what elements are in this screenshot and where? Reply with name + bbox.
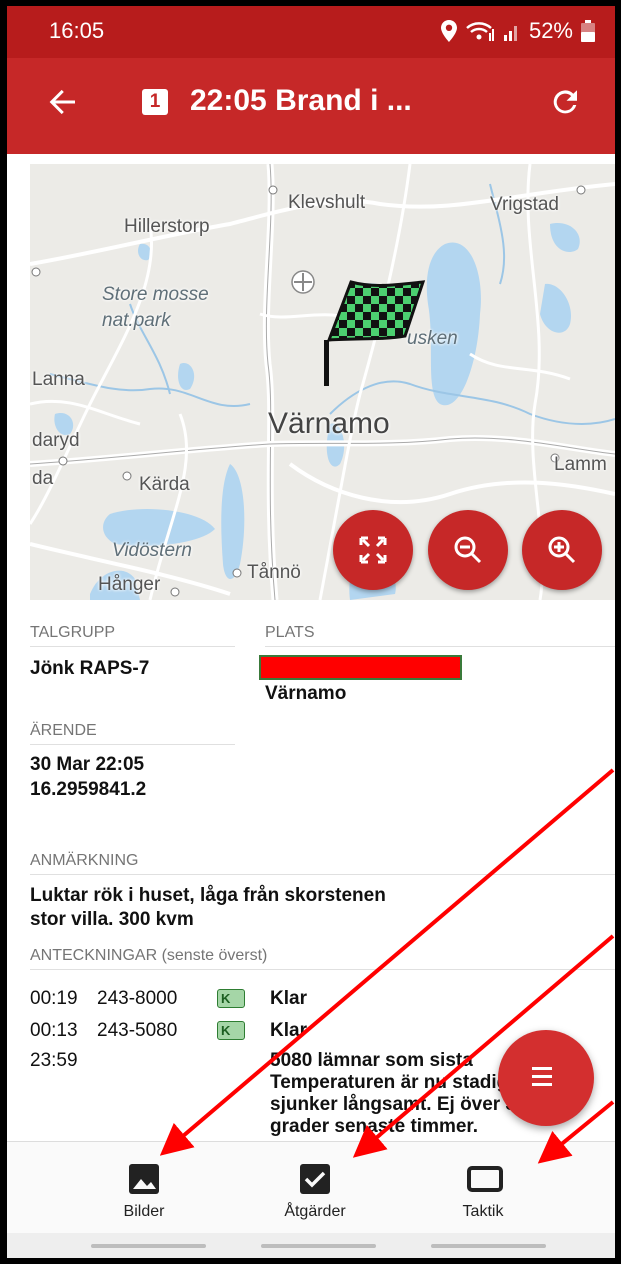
app-bar: 1 22:05 Brand i ... — [7, 58, 615, 154]
note-time: 23:59 — [30, 1050, 78, 1071]
arende-number: 16.2959841.2 — [30, 779, 147, 800]
nav-label: Åtgärder — [284, 1203, 346, 1220]
map-label-da: da — [32, 468, 54, 489]
map-label-klevshult: Klevshult — [288, 192, 366, 213]
nav-atgarder[interactable]: Åtgärder — [240, 1142, 390, 1234]
bottom-navigation: Bilder Åtgärder Taktik — [7, 1141, 615, 1234]
fullscreen-button[interactable] — [333, 510, 413, 590]
zoom-out-button[interactable] — [428, 510, 508, 590]
plats-city: Värnamo — [265, 683, 347, 704]
fullscreen-icon — [359, 536, 387, 564]
nav-bilder[interactable]: Bilder — [69, 1142, 219, 1234]
map-label-lamm: Lamm — [554, 454, 607, 475]
anmarkning-caption: ANMÄRKNING — [30, 852, 139, 869]
nav-label: Taktik — [462, 1203, 504, 1220]
note-time: 00:19 — [30, 988, 78, 1009]
map-label-varnamo: Värnamo — [268, 407, 390, 440]
note-unit: 243-5080 — [97, 1020, 178, 1041]
divider — [30, 969, 615, 970]
image-icon — [129, 1164, 159, 1194]
divider — [265, 646, 615, 647]
status-time: 16:05 — [49, 18, 105, 43]
battery-icon — [581, 20, 595, 42]
divider — [30, 874, 615, 875]
arende-caption: ÄRENDE — [30, 722, 97, 739]
incident-flag-icon[interactable] — [323, 280, 428, 386]
map-label-karda: Kärda — [139, 474, 190, 495]
wifi-icon — [466, 22, 494, 41]
note-text: Klar — [270, 988, 307, 1009]
map-label-store-mosse: Store mosse — [102, 284, 209, 305]
talgrupp-value: Jönk RAPS-7 — [30, 658, 150, 679]
system-gesture-bar — [7, 1233, 615, 1258]
incident-number-badge: 1 — [142, 89, 168, 115]
anmarkning-line-2: stor villa. 300 kvm — [30, 909, 194, 930]
map-label-vrigstad: Vrigstad — [490, 194, 559, 215]
menu-icon — [532, 1067, 552, 1086]
app-screen: 16:05 52% 1 22:05 Brand i ... Klevshult … — [7, 6, 615, 1258]
divider — [30, 646, 235, 647]
note-time: 00:13 — [30, 1020, 78, 1041]
k-tag-icon: K — [217, 1021, 245, 1040]
gesture-handle — [431, 1244, 546, 1248]
map-label-lanna: Lanna — [32, 369, 85, 390]
note-unit: 243-8000 — [97, 988, 178, 1009]
checkbox-icon — [300, 1164, 330, 1194]
plats-caption: PLATS — [265, 624, 315, 641]
page-title: 22:05 Brand i ... — [190, 84, 412, 117]
location-pin-icon — [440, 20, 457, 42]
note-text-line: sjunker långsamt. Ej över 31 — [270, 1094, 527, 1115]
talgrupp-caption: TALGRUPP — [30, 624, 116, 641]
anteckningar-caption: ANTECKNINGAR (senste överst) — [30, 947, 268, 964]
arende-date: 30 Mar 22:05 — [30, 754, 145, 775]
incident-map[interactable]: Klevshult Vrigstad Hillerstorp Store mos… — [30, 164, 615, 600]
status-bar: 16:05 52% — [7, 6, 615, 58]
nav-label: Bilder — [123, 1203, 165, 1220]
note-text: Klar — [270, 1020, 307, 1041]
zoom-in-button[interactable] — [522, 510, 602, 590]
map-label-nat-park: nat.park — [102, 310, 171, 331]
back-arrow-icon[interactable] — [47, 86, 79, 118]
nav-taktik[interactable]: Taktik — [408, 1142, 558, 1234]
status-icons: 52% — [440, 18, 595, 44]
battery-percent: 52% — [528, 18, 573, 43]
refresh-icon[interactable] — [549, 86, 581, 118]
anmarkning-line-1: Luktar rök i huset, låga från skorstenen — [30, 885, 386, 906]
note-row: 00:19 243-8000 K Klar — [30, 988, 615, 1012]
gesture-handle — [261, 1244, 376, 1248]
map-label-vidostern: Vidöstern — [112, 540, 192, 561]
rectangle-icon — [467, 1166, 503, 1192]
menu-fab-button[interactable] — [498, 1030, 594, 1126]
k-tag-icon: K — [217, 989, 245, 1008]
note-text-line: Temperaturen är nu stadigt — [270, 1072, 515, 1093]
note-text-line: 5080 lämnar som sista — [270, 1050, 473, 1071]
gesture-handle — [91, 1244, 206, 1248]
map-label-hillerstorp: Hillerstorp — [124, 216, 210, 237]
redacted-address — [259, 655, 462, 680]
zoom-in-icon — [548, 536, 576, 564]
map-label-daryd: daryd — [32, 430, 80, 451]
signal-icon — [503, 26, 517, 41]
divider — [30, 744, 235, 745]
map-label-hanger: Hånger — [98, 574, 161, 595]
zoom-out-icon — [454, 536, 482, 564]
map-label-tanno: Tånnö — [247, 562, 301, 583]
note-text-line: grader senaste timmer. — [270, 1116, 479, 1137]
